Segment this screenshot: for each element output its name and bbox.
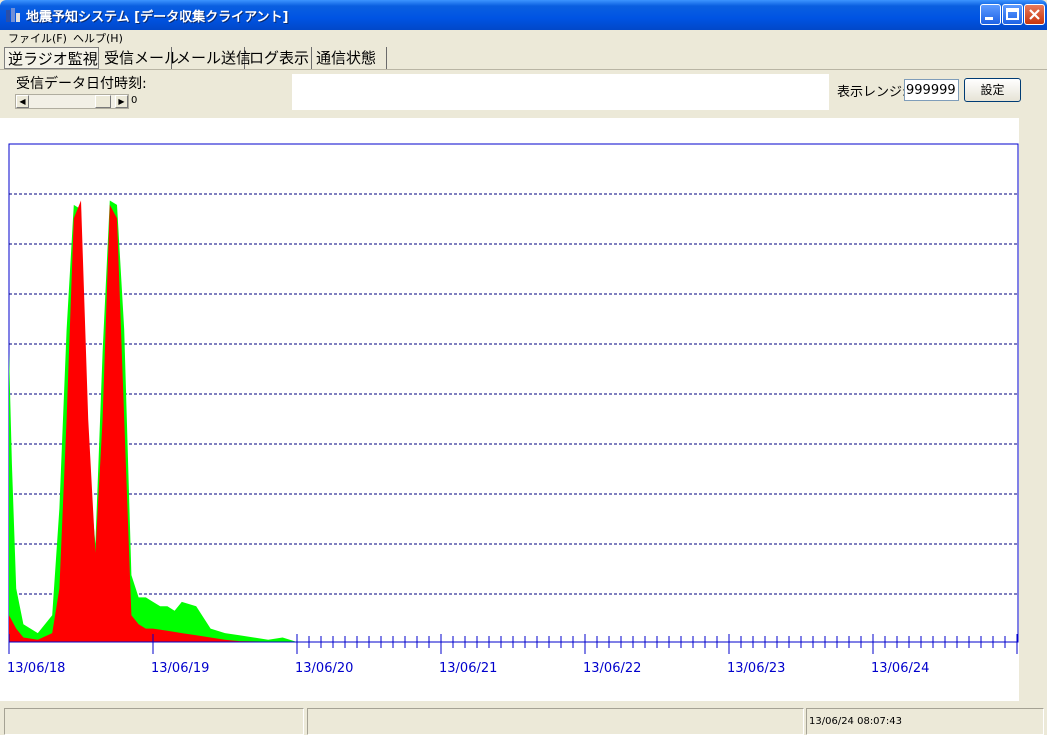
close-button[interactable] [1024, 4, 1045, 25]
status-timestamp: 13/06/24 08:07:43 [806, 708, 1044, 735]
tab-log[interactable]: ログ表示 [246, 47, 312, 69]
x-tick-label: 13/06/24 [871, 661, 929, 676]
scroll-value: 0 [131, 95, 138, 106]
menu-bar: ファイル(F) ヘルプ(H) [0, 30, 1047, 46]
tab-comm-status[interactable]: 通信状態 [313, 47, 387, 69]
scroll-thumb[interactable] [95, 95, 111, 108]
x-tick-label: 13/06/23 [727, 661, 785, 676]
scroll-left-icon[interactable]: ◀ [16, 95, 29, 108]
tab-strip: 逆ラジオ監視 受信メール メール送信 ログ表示 通信状態 [4, 47, 1044, 69]
menu-help[interactable]: ヘルプ(H) [73, 30, 123, 46]
set-button[interactable]: 設定 [964, 78, 1021, 102]
x-tick-label: 13/06/22 [583, 661, 641, 676]
close-icon [1029, 9, 1040, 20]
x-tick-label: 13/06/18 [7, 661, 65, 676]
minimize-icon [985, 17, 993, 20]
chart-area: 13/06/18 13/06/19 13/06/20 13/06/21 13/06/22… [0, 118, 1019, 701]
title-bar[interactable]: 地震予知システム [データ収集クライアント] [0, 0, 1047, 30]
date-scrollbar[interactable]: ◀ ▶ [15, 94, 129, 109]
tab-divider [0, 69, 1047, 70]
maximize-button[interactable] [1002, 4, 1023, 25]
status-bar: 13/06/24 08:07:43 [0, 706, 1047, 735]
series-area-1 [9, 200, 297, 642]
tab-send-mail[interactable]: メール送信 [173, 47, 251, 69]
right-margin [1019, 118, 1047, 701]
series-area-0 [9, 200, 297, 642]
maximize-icon [1006, 8, 1019, 20]
waveform-chart: 13/06/18 13/06/19 13/06/20 13/06/21 13/06/22… [7, 143, 1019, 676]
minimize-button[interactable] [980, 4, 1001, 25]
message-display [292, 74, 829, 110]
tab-received-mail[interactable]: 受信メール [101, 47, 179, 69]
status-panel-1 [4, 708, 304, 735]
app-icon [6, 8, 20, 22]
tab-reverse-radio[interactable]: 逆ラジオ監視 [4, 47, 99, 69]
range-label: 表示レンジ: [837, 85, 907, 100]
status-panel-2 [307, 708, 804, 735]
menu-file[interactable]: ファイル(F) [8, 30, 67, 46]
scroll-right-icon[interactable]: ▶ [115, 95, 128, 108]
plot-frame [8, 143, 1019, 643]
x-tick-label: 13/06/19 [151, 661, 209, 676]
x-tick-label: 13/06/21 [439, 661, 497, 676]
range-input[interactable] [904, 79, 959, 101]
window-title: 地震予知システム [データ収集クライアント] [26, 10, 289, 25]
date-label: 受信データ日付時刻: [16, 76, 147, 92]
x-tick-label: 13/06/20 [295, 661, 353, 676]
